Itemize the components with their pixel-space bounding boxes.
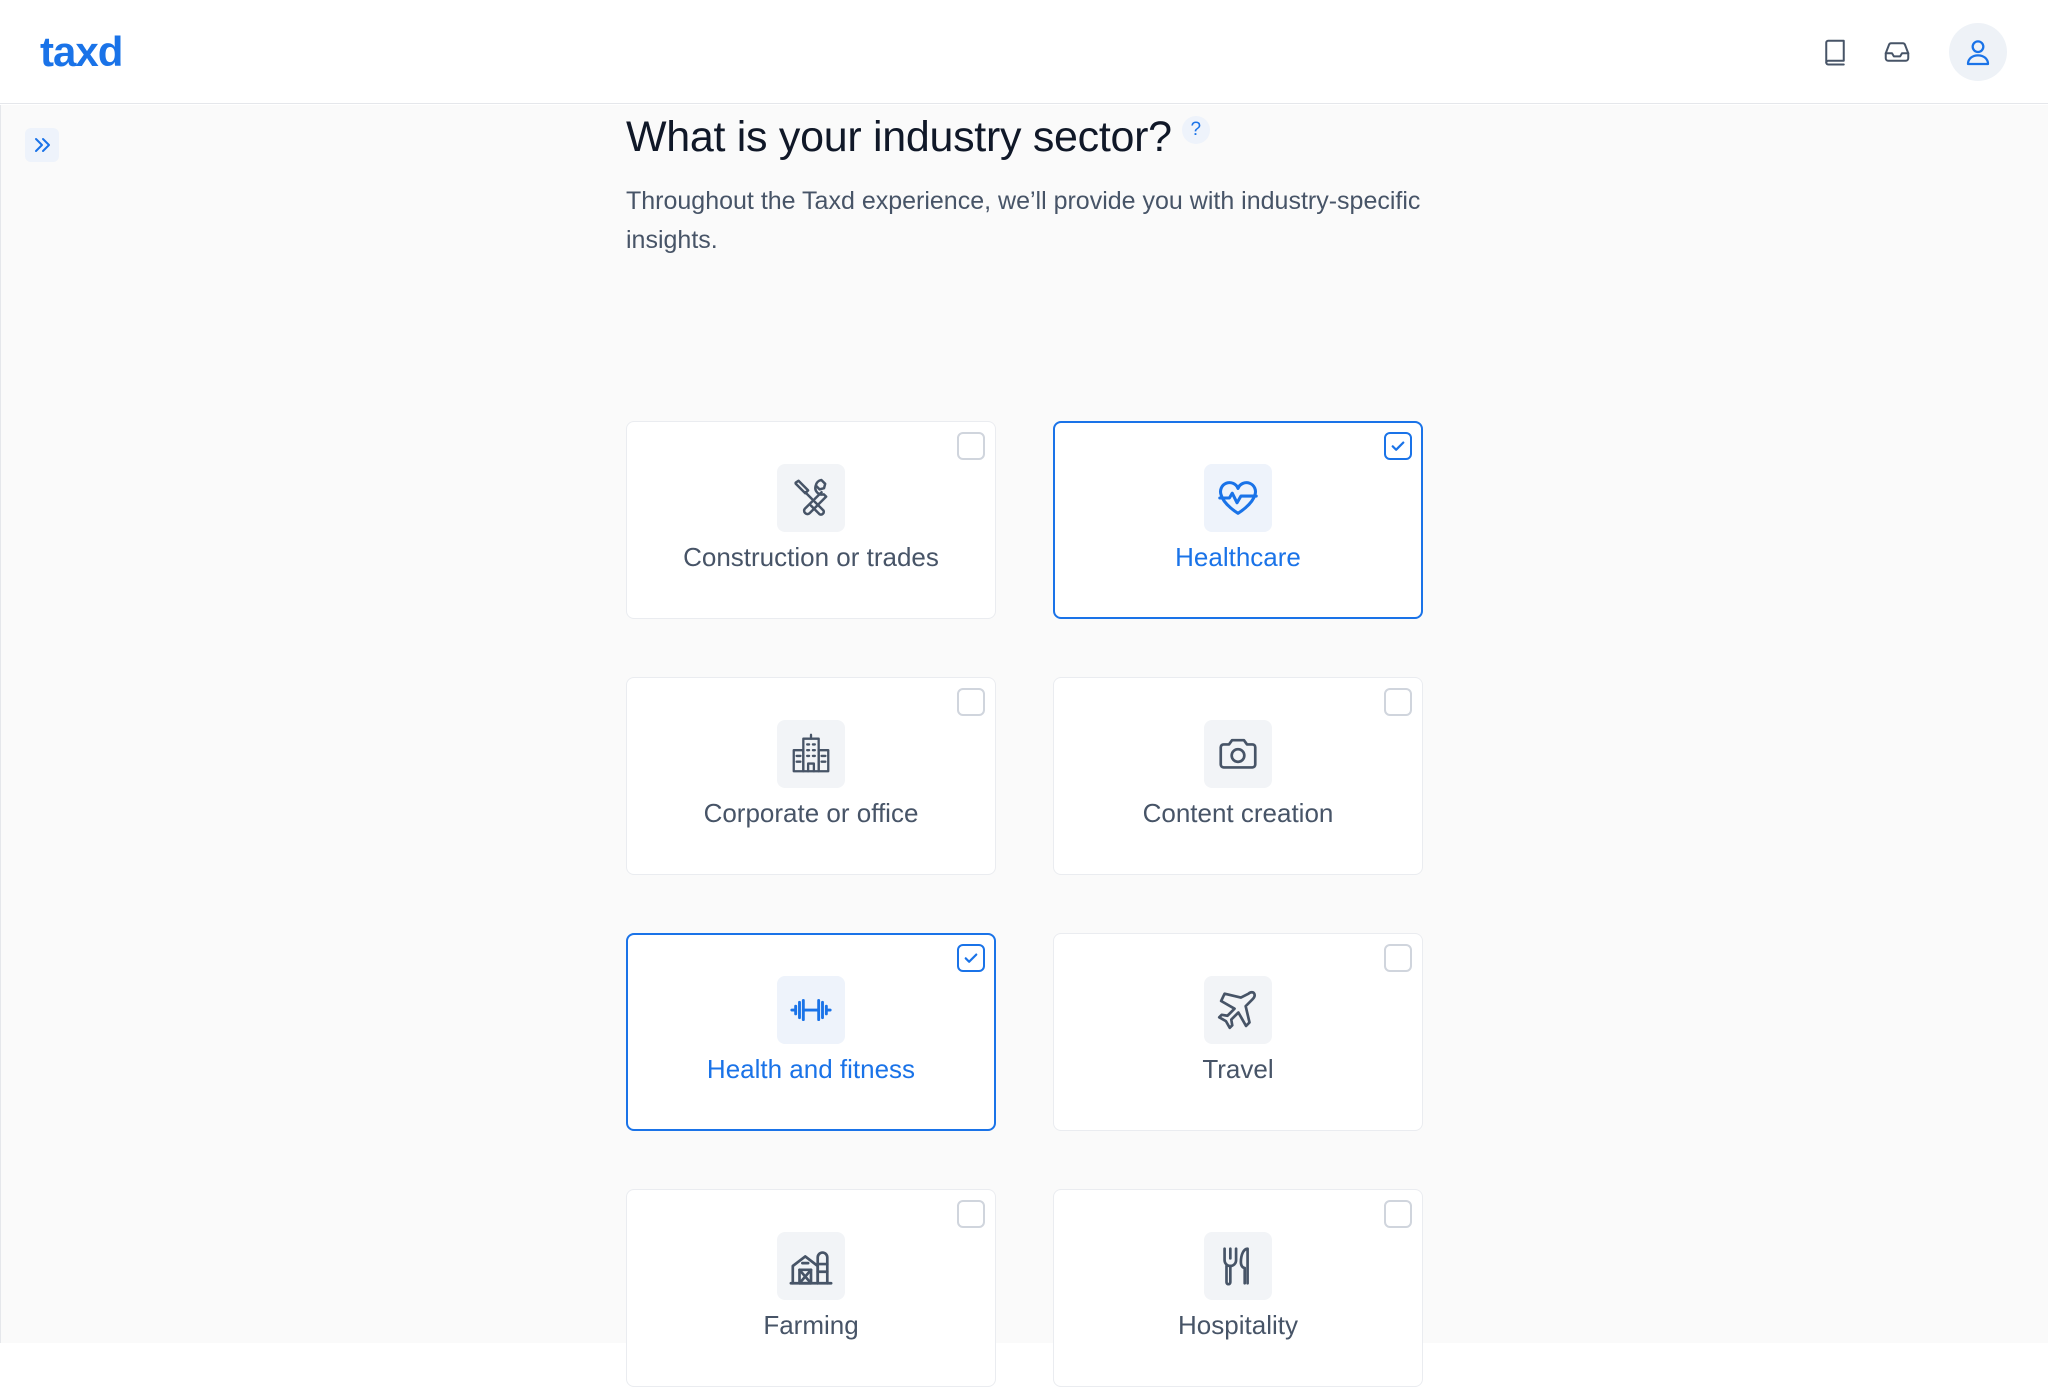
checkbox[interactable] [957,688,985,716]
sector-label: Travel [1202,1054,1274,1084]
sector-label: Corporate or office [703,798,919,828]
book-icon[interactable] [1813,30,1857,74]
dumbbell-icon [777,976,845,1044]
checkbox[interactable] [1384,1200,1412,1228]
question-header: What is your industry sector? ? Througho… [626,110,1426,260]
checkbox[interactable] [957,1200,985,1228]
checkbox[interactable] [1384,688,1412,716]
checkbox[interactable] [957,944,985,972]
sector-card-construction[interactable]: Construction or trades [626,421,996,619]
sector-card-farming[interactable]: Farming [626,1189,996,1387]
sector-card-content-creation[interactable]: Content creation [1053,677,1423,875]
checkbox[interactable] [957,432,985,460]
barn-icon [777,1232,845,1300]
sector-label: Healthcare [1175,542,1301,572]
sidebar-expand-button[interactable] [25,128,59,162]
camera-icon [1204,720,1272,788]
sector-card-hospitality[interactable]: Hospitality [1053,1189,1423,1387]
inbox-icon[interactable] [1875,30,1919,74]
heart-pulse-icon [1204,464,1272,532]
tools-icon [777,464,845,532]
page-title: What is your industry sector? [626,113,1172,161]
user-icon [1966,40,1990,66]
sector-card-travel[interactable]: Travel [1053,933,1423,1131]
sector-options-grid: Construction or trades Healthcare Corpor… [626,421,1423,1387]
sector-card-healthcare[interactable]: Healthcare [1053,421,1423,619]
taxd-logo[interactable]: taxd [40,28,123,76]
sector-card-corporate[interactable]: Corporate or office [626,677,996,875]
checkmark-icon [1391,441,1405,451]
checkbox[interactable] [1384,944,1412,972]
cutlery-icon [1204,1232,1272,1300]
sector-label: Hospitality [1178,1310,1298,1340]
sector-label: Farming [763,1310,859,1340]
plane-icon [1204,976,1272,1044]
checkbox[interactable] [1384,432,1412,460]
building-icon [777,720,845,788]
checkmark-icon [964,953,978,963]
sector-label: Content creation [1142,798,1334,828]
chevrons-right-icon [35,138,50,152]
sector-label: Health and fitness [706,1054,916,1084]
help-button[interactable]: ? [1181,116,1210,144]
sector-card-health-fitness[interactable]: Health and fitness [626,933,996,1131]
sector-label: Construction or trades [683,542,939,572]
user-account-button[interactable] [1949,23,2007,81]
page-subtitle: Throughout the Taxd experience, we’ll pr… [626,187,1421,254]
top-bar: taxd [0,0,2048,104]
